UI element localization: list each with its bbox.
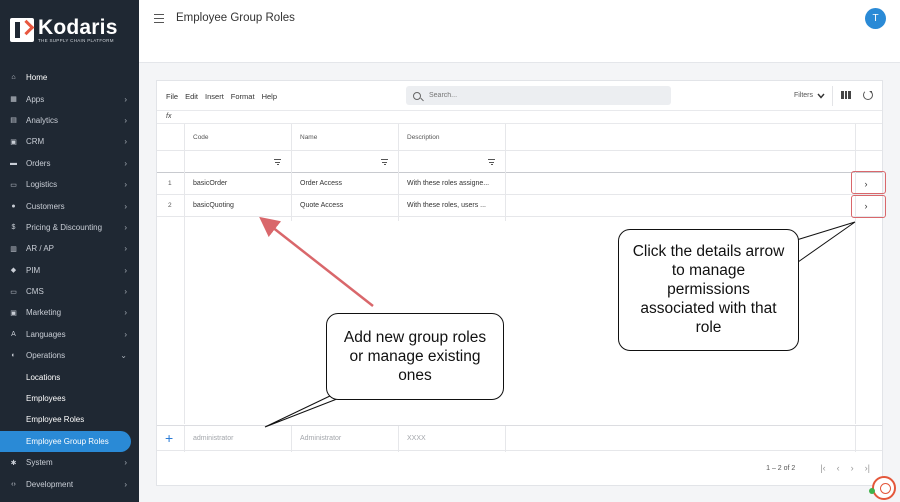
annotation-arrow	[259, 216, 374, 307]
add-roles-callout: Add new group roles or manage existing o…	[326, 313, 504, 400]
online-status-dot	[869, 488, 875, 494]
details-callout: Click the details arrow to manage permis…	[618, 229, 799, 351]
chat-widget-icon[interactable]	[872, 476, 896, 500]
details-callout-tail	[789, 221, 856, 263]
